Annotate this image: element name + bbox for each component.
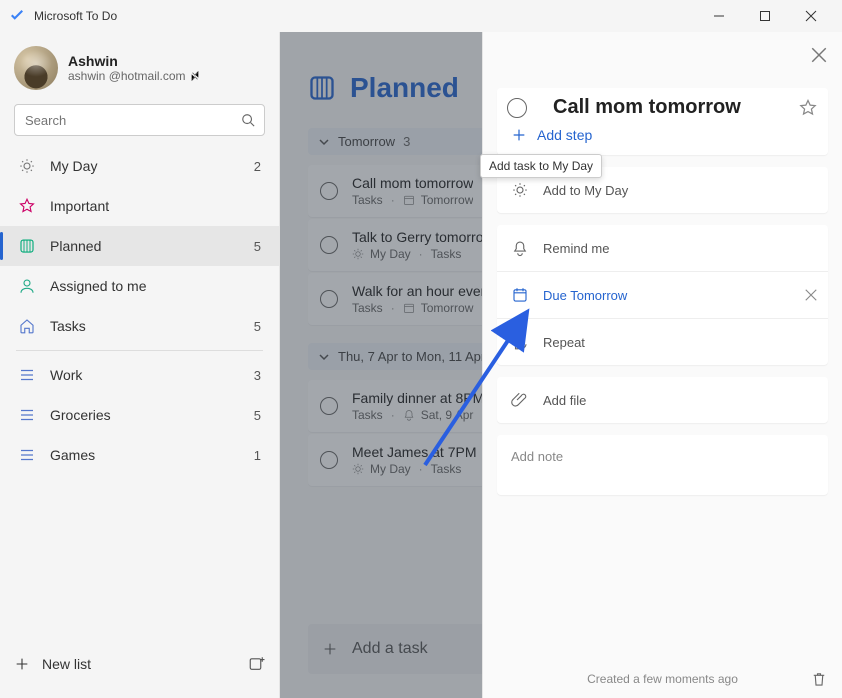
sidebar-item-label: Groceries <box>50 407 254 423</box>
plus-icon <box>14 656 30 672</box>
due-date-button[interactable]: Due Tomorrow <box>497 271 828 318</box>
sidebar-item-count: 3 <box>254 368 261 383</box>
main-area: Planned Tomorrow 3 Call mom tomorrow Tas… <box>280 32 842 698</box>
detail-title-row: Call mom tomorrow <box>497 88 828 119</box>
close-panel-button[interactable] <box>810 46 828 64</box>
note-input[interactable]: Add note <box>497 435 828 495</box>
plus-icon <box>511 127 527 143</box>
planned-icon <box>18 237 36 255</box>
list-icon <box>18 366 36 384</box>
add-step-button[interactable]: Add step <box>497 119 828 155</box>
detail-footer: Created a few moments ago <box>483 660 842 698</box>
row-label: Remind me <box>543 241 818 256</box>
sidebar-item-important[interactable]: Important <box>0 186 279 226</box>
star-icon <box>18 197 36 215</box>
sidebar-item-label: Work <box>50 367 254 383</box>
sidebar-item-tasks[interactable]: Tasks 5 <box>0 306 279 346</box>
list-icon <box>18 406 36 424</box>
sun-icon <box>511 181 529 199</box>
titlebar: Microsoft To Do <box>0 0 842 32</box>
user-icon <box>18 277 36 295</box>
maximize-button[interactable] <box>742 0 788 32</box>
remind-me-button[interactable]: Remind me <box>497 225 828 271</box>
add-step-label: Add step <box>537 127 592 143</box>
sidebar: Ashwin ashwin @hotmail.com My Day 2 Impo… <box>0 32 280 698</box>
sidebar-item-planned[interactable]: Planned 5 <box>0 226 279 266</box>
new-list-label: New list <box>42 656 91 672</box>
profile-section[interactable]: Ashwin ashwin @hotmail.com <box>0 32 279 100</box>
new-group-button[interactable] <box>237 644 277 684</box>
attachment-icon <box>511 391 529 409</box>
window-title: Microsoft To Do <box>34 9 696 23</box>
tooltip: Add task to My Day <box>480 154 602 178</box>
search-input[interactable] <box>14 104 265 136</box>
row-label: Add file <box>543 393 818 408</box>
bell-icon <box>511 239 529 257</box>
searchbox <box>14 104 265 136</box>
sidebar-item-myday[interactable]: My Day 2 <box>0 146 279 186</box>
delete-task-button[interactable] <box>810 670 828 688</box>
detail-complete-radio[interactable] <box>507 98 527 118</box>
profile-email: ashwin @hotmail.com <box>68 69 200 83</box>
account-chevron-icon <box>190 71 200 81</box>
repeat-icon <box>511 333 529 351</box>
sidebar-item-label: My Day <box>50 158 254 174</box>
importance-star-button[interactable] <box>798 98 818 118</box>
nav: My Day 2 Important Planned 5 Assigned to… <box>0 146 279 630</box>
profile-name: Ashwin <box>68 53 200 69</box>
sidebar-item-label: Tasks <box>50 318 254 334</box>
note-placeholder: Add note <box>511 449 563 464</box>
sidebar-item-label: Assigned to me <box>50 278 261 294</box>
add-file-button[interactable]: Add file <box>497 377 828 423</box>
list-icon <box>18 446 36 464</box>
task-detail-panel: Call mom tomorrow Add step Add to My Day <box>482 32 842 698</box>
sun-icon <box>18 157 36 175</box>
row-label: Add to My Day <box>543 183 818 198</box>
row-label: Repeat <box>543 335 818 350</box>
sidebar-list-work[interactable]: Work 3 <box>0 355 279 395</box>
calendar-icon <box>511 286 529 304</box>
new-group-icon <box>248 655 266 673</box>
sidebar-list-games[interactable]: Games 1 <box>0 435 279 475</box>
nav-divider <box>16 350 263 351</box>
sidebar-footer: New list <box>0 630 279 698</box>
sidebar-item-count: 1 <box>254 448 261 463</box>
sidebar-item-count: 5 <box>254 319 261 334</box>
sidebar-item-label: Planned <box>50 238 254 254</box>
app-logo-icon <box>8 7 26 25</box>
tooltip-text: Add task to My Day <box>489 159 593 173</box>
sidebar-item-assigned[interactable]: Assigned to me <box>0 266 279 306</box>
sidebar-item-count: 5 <box>254 408 261 423</box>
avatar <box>14 46 58 90</box>
sidebar-item-label: Games <box>50 447 254 463</box>
window-controls <box>696 0 834 32</box>
sidebar-item-count: 5 <box>254 239 261 254</box>
minimize-button[interactable] <box>696 0 742 32</box>
clear-due-button[interactable] <box>804 288 818 302</box>
new-list-button[interactable]: New list <box>14 656 237 672</box>
sidebar-list-groceries[interactable]: Groceries 5 <box>0 395 279 435</box>
sidebar-item-count: 2 <box>254 159 261 174</box>
sidebar-item-label: Important <box>50 198 261 214</box>
home-icon <box>18 317 36 335</box>
created-label: Created a few moments ago <box>587 672 738 686</box>
search-icon <box>241 113 255 127</box>
repeat-button[interactable]: Repeat <box>497 318 828 365</box>
close-button[interactable] <box>788 0 834 32</box>
detail-title[interactable]: Call mom tomorrow <box>553 96 786 119</box>
row-label: Due Tomorrow <box>543 288 790 303</box>
